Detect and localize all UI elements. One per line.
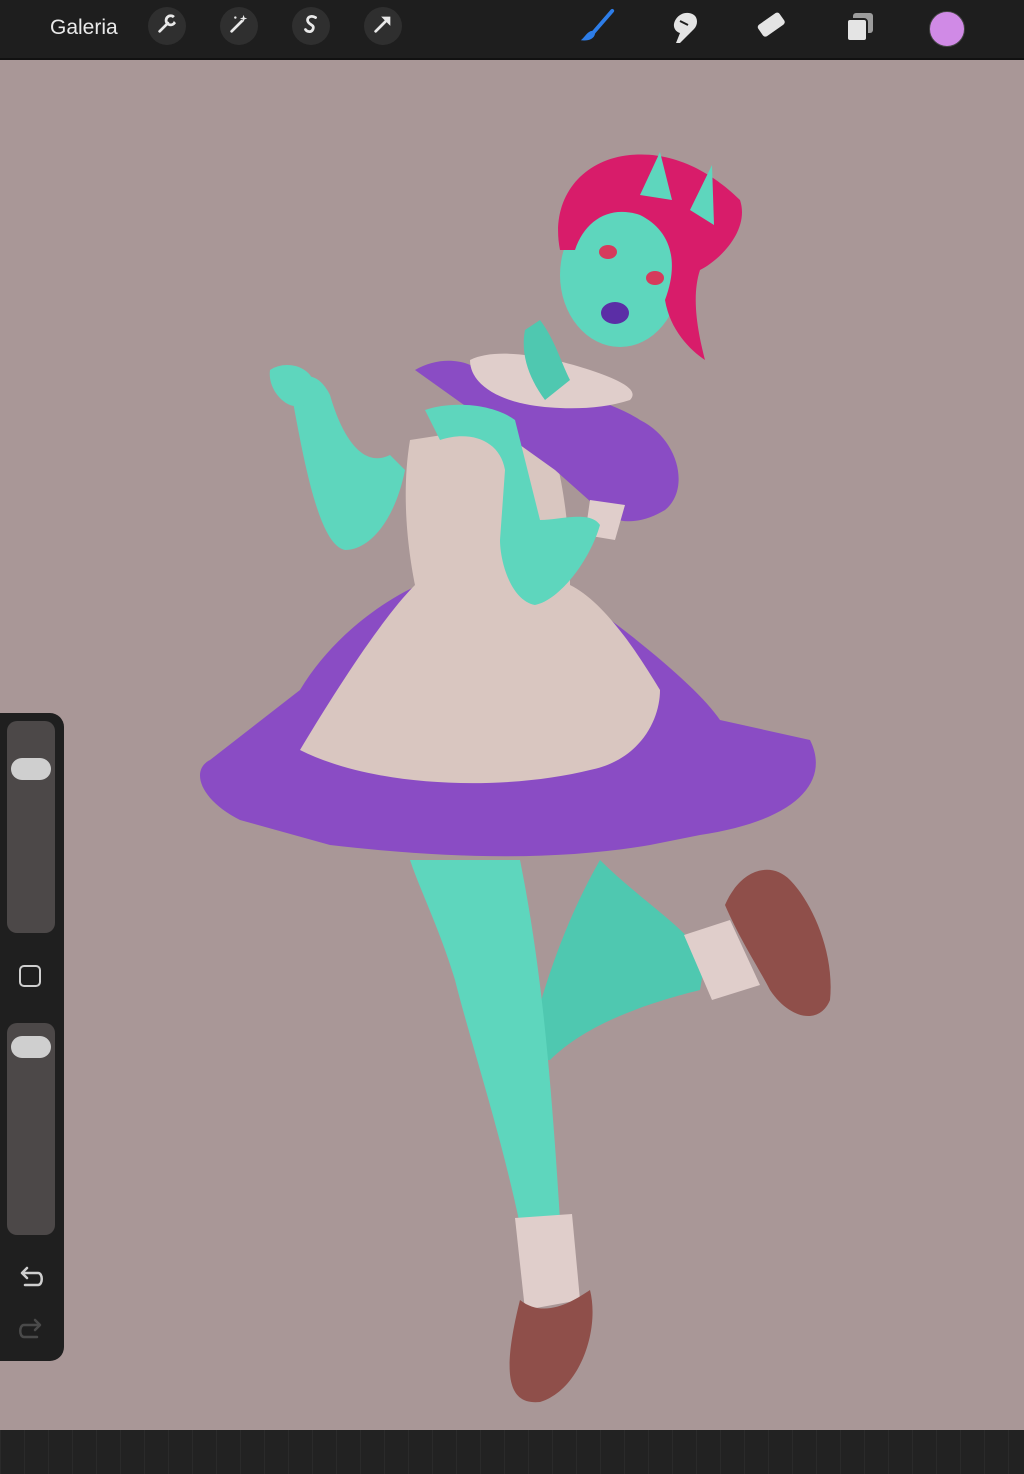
- opacity-slider[interactable]: [7, 1023, 55, 1235]
- selection-s-icon: [300, 13, 322, 40]
- smudge-finger-icon: [666, 9, 700, 50]
- transform-button[interactable]: [364, 7, 402, 45]
- wrench-icon: [156, 13, 180, 40]
- top-toolbar: Galeria: [0, 0, 1024, 60]
- magic-wand-icon: [228, 13, 250, 40]
- layers-icon: [843, 11, 875, 48]
- artwork-illustration: [200, 152, 831, 1403]
- opacity-thumb[interactable]: [11, 1036, 51, 1059]
- redo-button[interactable]: [16, 1315, 46, 1345]
- layers-button[interactable]: [839, 9, 879, 49]
- color-picker-button[interactable]: [929, 11, 965, 47]
- eraser-tool-button[interactable]: [751, 9, 791, 49]
- undo-icon: [16, 1266, 46, 1297]
- brush-size-thumb[interactable]: [11, 757, 51, 780]
- bottom-bar: [0, 1430, 1024, 1474]
- gallery-button[interactable]: Galeria: [50, 14, 118, 42]
- undo-button[interactable]: [16, 1263, 46, 1293]
- drawing-canvas[interactable]: [0, 60, 1024, 1430]
- brush-tool-button[interactable]: [577, 8, 617, 51]
- redo-icon: [16, 1318, 46, 1349]
- eraser-icon: [753, 10, 789, 49]
- modify-button[interactable]: [19, 965, 41, 987]
- left-sidebar: [0, 713, 64, 1361]
- adjustments-button[interactable]: [220, 7, 258, 45]
- brush-size-slider[interactable]: [7, 721, 55, 933]
- selection-button[interactable]: [292, 7, 330, 45]
- brush-icon: [578, 8, 616, 51]
- smudge-tool-button[interactable]: [663, 9, 703, 49]
- actions-button[interactable]: [148, 7, 186, 45]
- arrow-cursor-icon: [372, 13, 394, 40]
